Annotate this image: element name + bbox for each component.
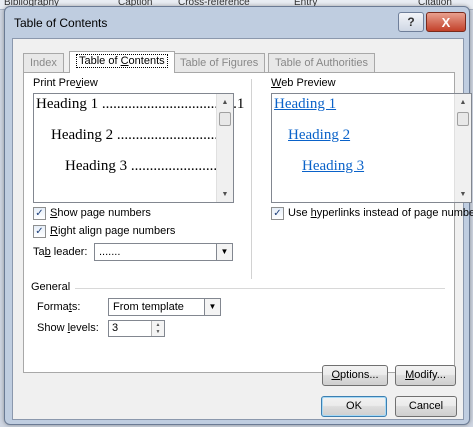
chevron-down-icon[interactable]: ▼ (204, 299, 220, 315)
close-icon: X (441, 14, 451, 30)
tab-leader-label: Tab leader: (33, 246, 88, 258)
web-preview-scrollbar[interactable]: ▲ ▼ (454, 94, 471, 202)
print-preview-label: Print Preview (33, 77, 98, 89)
tab-toc-label: Table of Contents (76, 54, 168, 68)
scroll-thumb[interactable] (457, 112, 469, 126)
tab-index[interactable]: Index (23, 53, 64, 72)
scroll-down-arrow-icon[interactable]: ▼ (455, 186, 471, 202)
tab-table-of-contents[interactable]: Table of Contents (69, 51, 175, 73)
show-page-numbers-checkbox[interactable]: ✓ (33, 207, 46, 220)
web-preview-link[interactable]: Heading 1 (274, 96, 336, 113)
formats-dropdown[interactable]: From template ▼ (108, 298, 221, 316)
general-group-line (75, 288, 445, 289)
dialog-body: Index Table of Contents Table of Figures… (12, 38, 473, 420)
tab-table-of-figures[interactable]: Table of Figures (173, 53, 266, 72)
tab-index-label: Index (30, 57, 57, 69)
show-page-numbers-label[interactable]: Show page numbers (50, 207, 151, 219)
tab-authorities-label: Table of Authorities (275, 57, 368, 69)
print-preview-entry: Heading 2 .............................3 (51, 127, 234, 143)
chevron-down-icon[interactable]: ▼ (216, 244, 232, 260)
formats-value: From template (113, 301, 184, 313)
table-of-contents-dialog: Table of Contents ? X Index Table of Con… (4, 6, 473, 425)
ok-button[interactable]: OK (321, 396, 387, 417)
use-hyperlinks-label[interactable]: Use hyperlinks instead of page numbers (288, 207, 473, 219)
checkmark-icon: ✓ (35, 208, 44, 219)
show-levels-value[interactable]: 3 (112, 322, 118, 334)
checkmark-icon: ✓ (273, 208, 282, 219)
tab-table-of-authorities[interactable]: Table of Authorities (268, 53, 375, 72)
formats-label: Formats: (37, 301, 81, 313)
use-hyperlinks-checkbox[interactable]: ✓ (271, 207, 284, 220)
scroll-up-arrow-icon[interactable]: ▲ (217, 94, 233, 110)
help-icon: ? (407, 15, 415, 29)
title-bar[interactable]: Table of Contents ? X (5, 7, 469, 37)
checkmark-icon: ✓ (35, 226, 44, 237)
tab-leader-dropdown[interactable]: ....... ▼ (94, 243, 233, 261)
web-preview-box[interactable]: Heading 1 Heading 2 Heading 3 ▲ ▼ (271, 93, 472, 203)
modify-button[interactable]: Modify... (395, 365, 456, 386)
general-group-label: General (31, 281, 71, 293)
close-button[interactable]: X (426, 12, 466, 32)
panel-divider (251, 79, 252, 279)
web-preview-link[interactable]: Heading 2 (288, 127, 350, 144)
web-preview-link[interactable]: Heading 3 (302, 158, 364, 175)
help-button[interactable]: ? (398, 12, 424, 32)
show-levels-label: Show levels: (37, 322, 99, 334)
web-preview-label: Web Preview (271, 77, 336, 89)
cancel-button[interactable]: Cancel (395, 396, 457, 417)
print-preview-box[interactable]: Heading 1 ..............................… (33, 93, 244, 203)
scroll-thumb[interactable] (219, 112, 231, 126)
options-button[interactable]: Options... (322, 365, 388, 386)
scroll-up-arrow-icon[interactable]: ▲ (455, 94, 471, 110)
tab-leader-value: ....... (99, 246, 121, 258)
dialog-title: Table of Contents (14, 16, 108, 30)
tab-figures-label: Table of Figures (180, 57, 259, 69)
print-preview-entry: Heading 3 .......................5 (65, 158, 225, 174)
spin-down-icon[interactable]: ▼ (151, 328, 164, 336)
right-align-page-numbers-checkbox[interactable]: ✓ (33, 225, 46, 238)
show-levels-spinner[interactable]: 3 ▲ ▼ (108, 320, 165, 337)
print-preview-scrollbar[interactable]: ▲ ▼ (216, 94, 233, 202)
scroll-down-arrow-icon[interactable]: ▼ (217, 186, 233, 202)
print-preview-entry: Heading 1 ..............................… (36, 96, 245, 112)
right-align-page-numbers-label[interactable]: Right align page numbers (50, 225, 175, 237)
